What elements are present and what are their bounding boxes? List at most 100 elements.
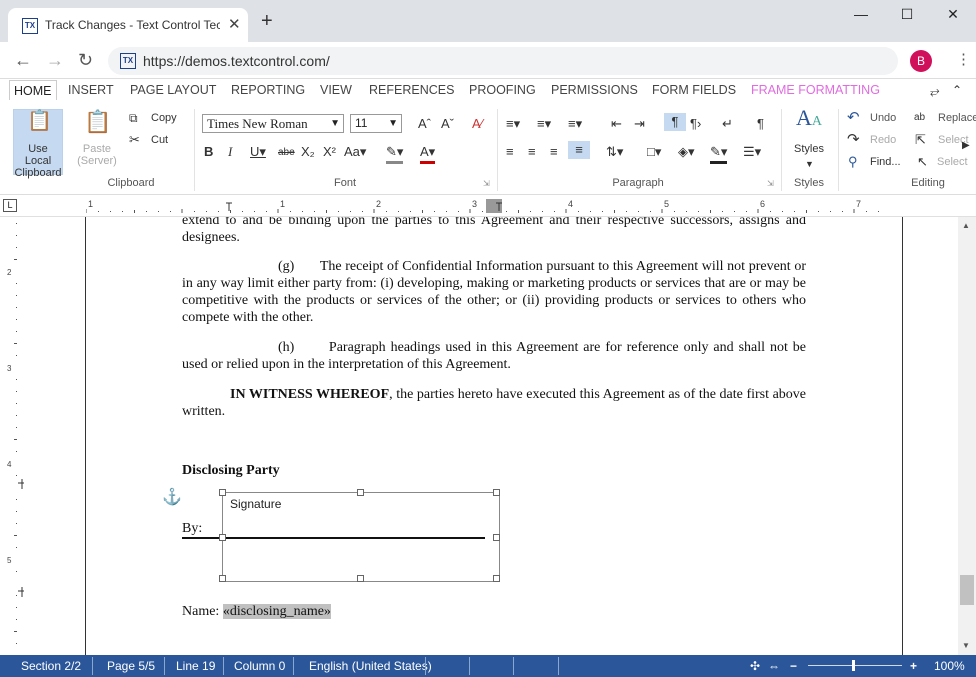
find-button[interactable]: Find...	[870, 156, 901, 168]
font-dialog-icon[interactable]: ⇲	[483, 175, 490, 193]
font-family-select[interactable]: Times New Roman ▼	[202, 114, 344, 133]
resize-handle[interactable]	[357, 575, 364, 582]
resize-handle[interactable]	[357, 489, 364, 496]
scrollbar-thumb[interactable]	[960, 575, 974, 605]
close-tab-icon[interactable]: ✕	[228, 15, 241, 33]
strikethrough-icon[interactable]: abe	[278, 144, 295, 162]
font-size-select[interactable]: 11 ▼	[350, 114, 402, 133]
resize-handle[interactable]	[493, 534, 500, 541]
scroll-right-icon[interactable]: ▶	[962, 137, 970, 155]
grow-font-icon[interactable]: Aˆ	[418, 115, 431, 133]
tab-frame-formatting[interactable]: FRAME FORMATTING	[751, 83, 880, 97]
replace-button[interactable]: Replace	[938, 112, 976, 124]
select-icon: ⇱	[915, 132, 926, 147]
use-local-clipboard-button[interactable]: 📋 Use Local Clipboard	[13, 109, 63, 179]
highlight-color-icon[interactable]: ✎▾	[386, 143, 404, 164]
resize-handle[interactable]	[493, 489, 500, 496]
browser-menu-icon[interactable]: ⋮	[956, 50, 971, 68]
redo-button[interactable]: Redo	[870, 134, 896, 146]
chevron-down-icon[interactable]: ▼	[805, 155, 814, 173]
align-center-icon[interactable]: ≡	[528, 143, 536, 161]
justify-icon[interactable]: ≡	[568, 141, 590, 159]
cut-button[interactable]: Cut	[151, 134, 168, 146]
border-width-icon[interactable]: ☰▾	[743, 143, 761, 161]
align-left-icon[interactable]: ≡	[506, 143, 514, 161]
copy-button[interactable]: Copy	[151, 112, 177, 124]
merge-field-disclosing-name[interactable]: «disclosing_name»	[222, 604, 331, 619]
superscript-icon[interactable]: X²	[323, 143, 336, 161]
replace-icon: ab	[914, 112, 926, 123]
tab-stop-selector-icon[interactable]: L	[3, 199, 17, 212]
decrease-indent-icon[interactable]: ⇤	[611, 115, 622, 133]
select-all-button[interactable]: Select	[937, 156, 968, 168]
signature-frame[interactable]: Signature	[219, 489, 500, 582]
browser-tab[interactable]: TX Track Changes - Text Control Tec ✕	[8, 8, 248, 42]
line-spacing-icon[interactable]: ⇅▾	[606, 143, 623, 161]
vertical-scrollbar[interactable]: ▲ ▼	[958, 217, 976, 655]
scroll-down-icon[interactable]: ▼	[962, 637, 970, 655]
border-color-icon[interactable]: ✎▾	[710, 143, 728, 164]
vertical-ruler[interactable]: 2 3 4 5	[0, 217, 26, 655]
subscript-icon[interactable]: X₂	[301, 143, 315, 161]
bullets-icon[interactable]: ≡▾	[506, 115, 520, 133]
text-direction-icon[interactable]: ¶›	[690, 115, 701, 133]
resize-handle[interactable]	[493, 575, 500, 582]
align-right-icon[interactable]: ≡	[550, 143, 558, 161]
numbering-icon[interactable]: ≡▾	[537, 115, 551, 133]
zoom-out-icon[interactable]: −	[790, 659, 797, 673]
shading-icon[interactable]: ◈▾	[678, 143, 695, 161]
undo-button[interactable]: Undo	[870, 112, 896, 124]
scroll-up-icon[interactable]: ▲	[962, 217, 970, 235]
list-style-icon[interactable]: ≡▾	[568, 115, 582, 133]
tab-insert[interactable]: INSERT	[68, 83, 114, 97]
back-arrow-icon[interactable]: ←	[14, 50, 32, 71]
increase-indent-icon[interactable]: ⇥	[634, 115, 645, 133]
zoom-slider-track[interactable]	[808, 665, 902, 666]
window-close-button[interactable]: ✕	[930, 6, 976, 23]
resize-handle[interactable]	[219, 534, 226, 541]
bold-icon[interactable]: B	[204, 143, 213, 161]
underline-icon[interactable]: U▾	[250, 143, 266, 161]
document-canvas[interactable]: extend to and be binding upon the partie…	[26, 217, 958, 655]
collapse-ribbon-icon[interactable]: ⥂	[930, 82, 940, 100]
profile-avatar[interactable]: B	[910, 50, 932, 72]
paragraph-mark-icon[interactable]: ¶	[757, 115, 764, 133]
chevron-up-icon[interactable]: ⌃	[952, 81, 962, 99]
paragraph-dialog-icon[interactable]: ⇲	[767, 175, 774, 193]
tab-page-layout[interactable]: PAGE LAYOUT	[130, 83, 216, 97]
reload-icon[interactable]: ↻	[78, 50, 93, 71]
tab-references[interactable]: REFERENCES	[369, 83, 454, 97]
new-tab-button[interactable]: +	[261, 11, 273, 31]
fit-page-icon[interactable]: ✣	[750, 659, 760, 673]
fit-width-icon[interactable]: ⇔	[768, 659, 780, 673]
tab-reporting[interactable]: REPORTING	[231, 83, 305, 97]
styles-button[interactable]: Styles	[794, 143, 824, 155]
language-status[interactable]: English (United States)	[309, 659, 432, 673]
show-paragraph-marks-icon[interactable]: ¶	[664, 113, 686, 131]
chevron-down-icon: ▼	[388, 118, 398, 129]
tab-proofing[interactable]: PROOFING	[469, 83, 536, 97]
page-break-icon[interactable]: ↵	[722, 115, 733, 133]
maximize-button[interactable]: ☐	[884, 6, 930, 23]
zoom-in-icon[interactable]: +	[910, 659, 917, 673]
borders-icon[interactable]: □▾	[647, 143, 661, 161]
tab-home[interactable]: HOME	[9, 80, 57, 100]
resize-handle[interactable]	[219, 575, 226, 582]
chevron-down-icon: ▼	[330, 118, 340, 129]
forward-arrow-icon[interactable]: →	[46, 50, 64, 71]
font-color-icon[interactable]: A▾	[420, 143, 436, 164]
zoom-slider-thumb[interactable]	[852, 660, 855, 671]
clear-formatting-icon[interactable]: A⁄	[472, 115, 483, 133]
tab-permissions[interactable]: PERMISSIONS	[551, 83, 638, 97]
paste-server-button[interactable]: Paste (Server)	[72, 143, 122, 167]
editing-group-label: Editing	[911, 177, 945, 189]
shrink-font-icon[interactable]: Aˇ	[441, 115, 454, 133]
change-case-icon[interactable]: Aa▾	[344, 143, 366, 161]
horizontal-ruler[interactable]: L 1 1 2 3 4 5 6 7	[0, 195, 976, 217]
tab-view[interactable]: VIEW	[320, 83, 352, 97]
italic-icon[interactable]: I	[228, 143, 232, 161]
tab-form-fields[interactable]: FORM FIELDS	[652, 83, 736, 97]
minimize-button[interactable]: —	[838, 6, 884, 22]
resize-handle[interactable]	[219, 489, 226, 496]
url-field[interactable]: TX https://demos.textcontrol.com/	[108, 47, 898, 75]
